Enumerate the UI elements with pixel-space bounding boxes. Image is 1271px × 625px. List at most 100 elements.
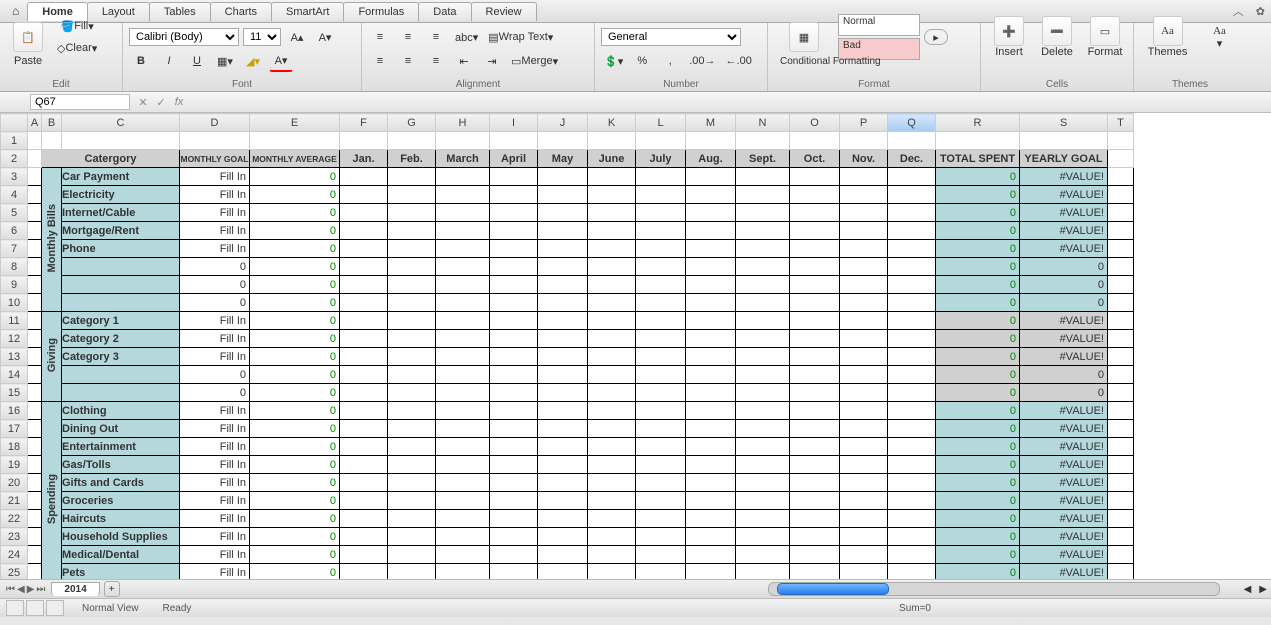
category-name[interactable]: Category 3	[62, 348, 180, 366]
month-cell[interactable]	[840, 258, 888, 276]
month-cell[interactable]	[888, 186, 936, 204]
month-cell[interactable]	[790, 168, 840, 186]
month-cell[interactable]	[490, 456, 538, 474]
month-cell[interactable]	[388, 492, 436, 510]
comma-button[interactable]: ,	[658, 51, 682, 71]
month-cell[interactable]	[340, 474, 388, 492]
total-spent[interactable]: 0	[936, 546, 1020, 564]
delete-button[interactable]: ➖Delete	[1037, 16, 1077, 58]
month-cell[interactable]	[538, 294, 588, 312]
sheet-nav-last-icon[interactable]: ⏭	[36, 584, 45, 595]
row-header[interactable]: 19	[1, 456, 28, 474]
shrink-font-button[interactable]: A▾	[313, 27, 337, 47]
month-cell[interactable]	[636, 366, 686, 384]
yearly-goal[interactable]: #VALUE!	[1020, 546, 1108, 564]
month-cell[interactable]	[840, 492, 888, 510]
col-header[interactable]: S	[1020, 114, 1108, 132]
yearly-goal[interactable]: #VALUE!	[1020, 312, 1108, 330]
paste-button[interactable]: 📋	[6, 22, 50, 52]
month-cell[interactable]	[888, 474, 936, 492]
month-cell[interactable]	[790, 420, 840, 438]
category-name[interactable]	[62, 276, 180, 294]
month-cell[interactable]	[888, 420, 936, 438]
month-cell[interactable]	[840, 312, 888, 330]
month-cell[interactable]	[340, 348, 388, 366]
tab-charts[interactable]: Charts	[210, 2, 272, 21]
yearly-goal[interactable]: #VALUE!	[1020, 528, 1108, 546]
grow-font-button[interactable]: A▴	[285, 27, 309, 47]
month-cell[interactable]	[736, 438, 790, 456]
yearly-goal[interactable]: #VALUE!	[1020, 564, 1108, 580]
month-cell[interactable]	[736, 240, 790, 258]
view-layout-icon[interactable]	[26, 600, 44, 616]
month-cell[interactable]	[490, 330, 538, 348]
monthly-goal[interactable]: Fill In	[180, 474, 250, 492]
row-header[interactable]: 8	[1, 258, 28, 276]
h-scrollbar[interactable]	[768, 582, 1220, 596]
total-spent[interactable]: 0	[936, 276, 1020, 294]
month-cell[interactable]	[490, 258, 538, 276]
col-header[interactable]: D	[180, 114, 250, 132]
month-cell[interactable]	[686, 294, 736, 312]
row-header[interactable]: 24	[1, 546, 28, 564]
month-cell[interactable]	[436, 312, 490, 330]
month-cell[interactable]	[888, 366, 936, 384]
month-cell[interactable]	[436, 474, 490, 492]
monthly-goal[interactable]: Fill In	[180, 330, 250, 348]
fill-button[interactable]: 🪣 Fill ▾	[54, 16, 100, 36]
fx-icon[interactable]: fx	[170, 96, 188, 108]
month-cell[interactable]	[588, 168, 636, 186]
month-cell[interactable]	[340, 384, 388, 402]
month-cell[interactable]	[736, 510, 790, 528]
month-cell[interactable]	[636, 546, 686, 564]
month-cell[interactable]	[686, 510, 736, 528]
month-cell[interactable]	[736, 420, 790, 438]
month-cell[interactable]	[436, 564, 490, 580]
col-header[interactable]: E	[250, 114, 340, 132]
month-cell[interactable]	[436, 366, 490, 384]
total-spent[interactable]: 0	[936, 402, 1020, 420]
row-header[interactable]: 15	[1, 384, 28, 402]
month-cell[interactable]	[490, 294, 538, 312]
month-cell[interactable]	[636, 258, 686, 276]
name-box[interactable]	[30, 94, 130, 110]
category-name[interactable]: Pets	[62, 564, 180, 580]
formula-input[interactable]	[188, 94, 1271, 111]
col-header[interactable]: T	[1108, 114, 1134, 132]
month-cell[interactable]	[388, 438, 436, 456]
month-cell[interactable]	[490, 366, 538, 384]
category-name[interactable]: Entertainment	[62, 438, 180, 456]
category-name[interactable]: Internet/Cable	[62, 204, 180, 222]
month-cell[interactable]	[340, 222, 388, 240]
month-cell[interactable]	[790, 384, 840, 402]
collapse-ribbon-icon[interactable]: ︿	[1227, 3, 1250, 19]
monthly-goal[interactable]: 0	[180, 294, 250, 312]
total-spent[interactable]: 0	[936, 420, 1020, 438]
monthly-avg[interactable]: 0	[250, 420, 340, 438]
month-cell[interactable]	[490, 564, 538, 580]
month-cell[interactable]	[636, 168, 686, 186]
month-cell[interactable]	[490, 276, 538, 294]
month-cell[interactable]	[736, 222, 790, 240]
month-cell[interactable]	[538, 204, 588, 222]
month-cell[interactable]	[686, 546, 736, 564]
month-cell[interactable]	[588, 330, 636, 348]
align-bot-button[interactable]: ≡	[424, 27, 448, 47]
align-left-button[interactable]: ≡	[368, 51, 392, 71]
row-header[interactable]: 4	[1, 186, 28, 204]
tab-data[interactable]: Data	[418, 2, 471, 21]
month-cell[interactable]	[388, 456, 436, 474]
monthly-avg[interactable]: 0	[250, 330, 340, 348]
month-cell[interactable]	[436, 348, 490, 366]
month-cell[interactable]	[538, 384, 588, 402]
month-cell[interactable]	[388, 420, 436, 438]
month-cell[interactable]	[790, 402, 840, 420]
month-cell[interactable]	[636, 204, 686, 222]
total-spent[interactable]: 0	[936, 456, 1020, 474]
monthly-goal[interactable]: Fill In	[180, 240, 250, 258]
yearly-goal[interactable]: #VALUE!	[1020, 204, 1108, 222]
row-header[interactable]: 11	[1, 312, 28, 330]
row-header[interactable]: 12	[1, 330, 28, 348]
month-cell[interactable]	[538, 492, 588, 510]
wrap-text-button[interactable]: ▤ Wrap Text ▾	[485, 27, 556, 47]
